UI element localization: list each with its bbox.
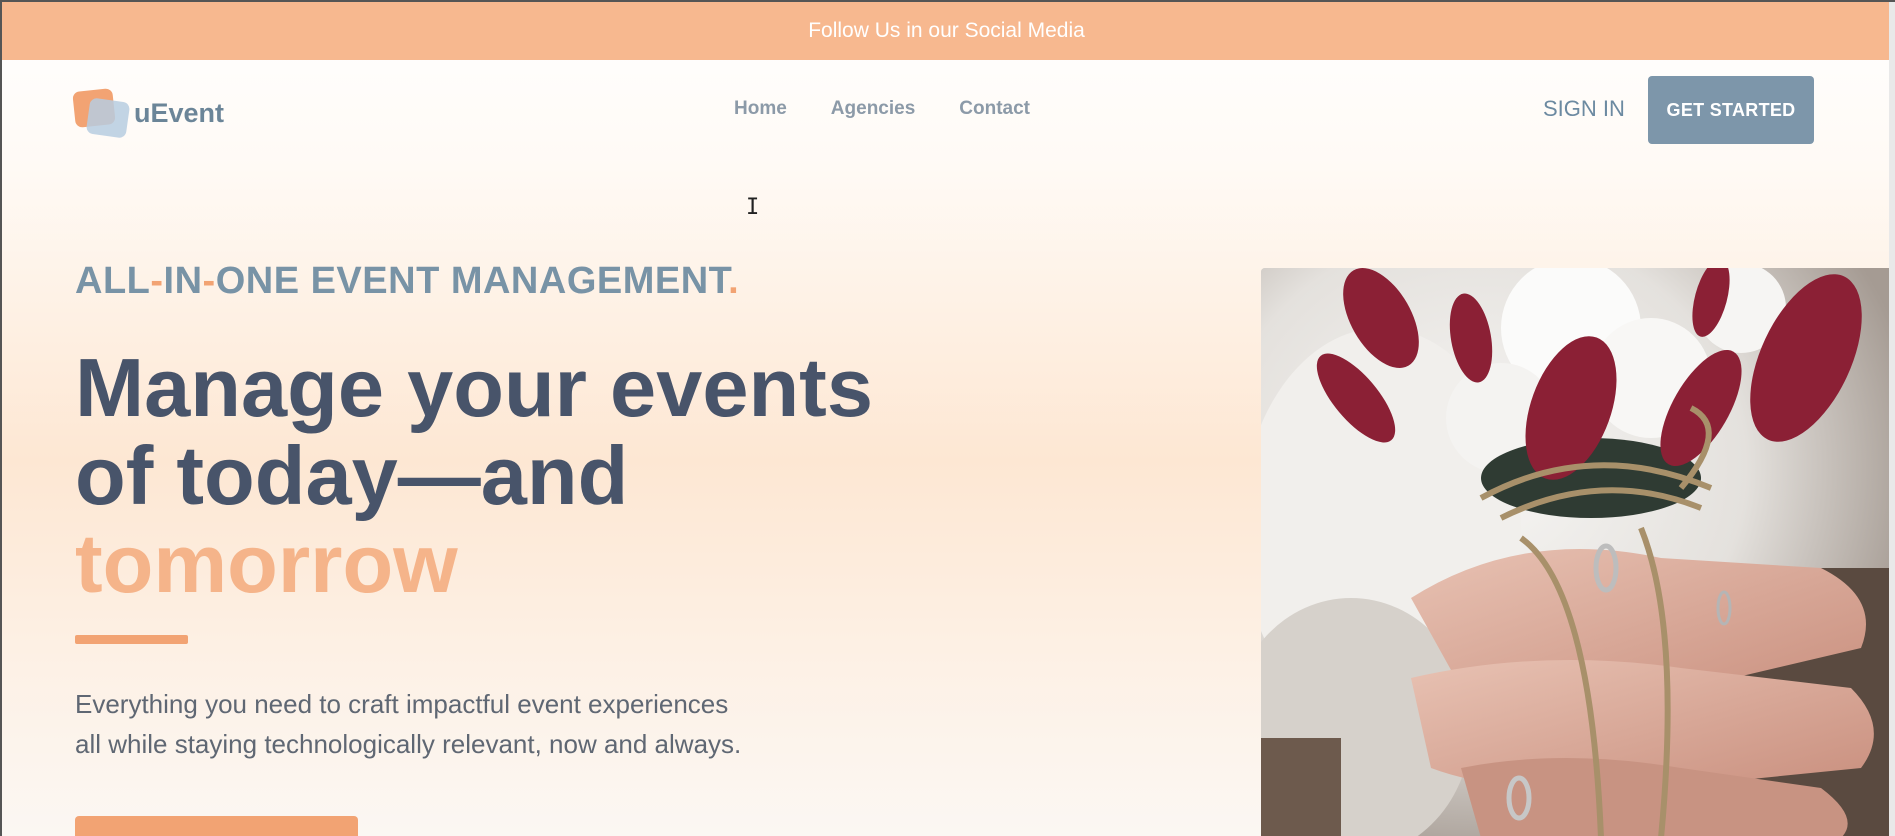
scrollbar-track[interactable] — [1889, 2, 1895, 836]
tagline-part: ONE EVENT MANAGEMENT — [215, 260, 729, 302]
description-line-1: Everything you need to craft impactful e… — [75, 689, 729, 719]
logo[interactable]: uEvent — [72, 88, 225, 139]
nav-link-contact[interactable]: Contact — [959, 98, 1030, 120]
description-line-2: all while staying technologically releva… — [75, 729, 742, 759]
bouquet-photo-illustration — [1261, 268, 1891, 836]
nav-link-home[interactable]: Home — [734, 98, 787, 120]
headline-line-3: tomorrow — [75, 517, 458, 610]
tagline-hyphen: - — [150, 260, 164, 302]
text-cursor-icon: I — [746, 195, 760, 220]
hero-headline: Manage your events of today—and tomorrow — [75, 344, 935, 608]
tagline-hyphen: - — [202, 260, 216, 302]
tagline-part: IN — [163, 260, 203, 302]
headline-line-1: Manage your events — [75, 341, 873, 434]
hero-tagline: ALL-IN-ONE EVENT MANAGEMENT. — [75, 260, 739, 303]
tagline-period: . — [728, 260, 740, 302]
headline-line-2: of today—and — [75, 429, 629, 522]
nav-links: Home Agencies Contact — [734, 98, 1030, 120]
get-started-button[interactable]: GET STARTED — [1648, 76, 1814, 144]
hero-cta-button[interactable] — [75, 816, 358, 836]
hero-photo-bouquet — [1261, 268, 1891, 836]
nav-link-agencies[interactable]: Agencies — [831, 98, 915, 120]
sign-in-link[interactable]: SIGN IN — [1543, 96, 1625, 122]
social-banner-text[interactable]: Follow Us in our Social Media — [808, 19, 1085, 43]
navbar: uEvent Home Agencies Contact SIGN IN GET… — [2, 60, 1891, 160]
accent-divider — [75, 635, 188, 644]
hero-description: Everything you need to craft impactful e… — [75, 684, 835, 764]
logo-icon — [72, 88, 134, 139]
logo-text: uEvent — [134, 97, 225, 128]
page-frame: Follow Us in our Social Media uEvent Hom… — [0, 0, 1895, 836]
tagline-part: ALL — [75, 260, 151, 302]
social-banner[interactable]: Follow Us in our Social Media — [2, 2, 1891, 60]
